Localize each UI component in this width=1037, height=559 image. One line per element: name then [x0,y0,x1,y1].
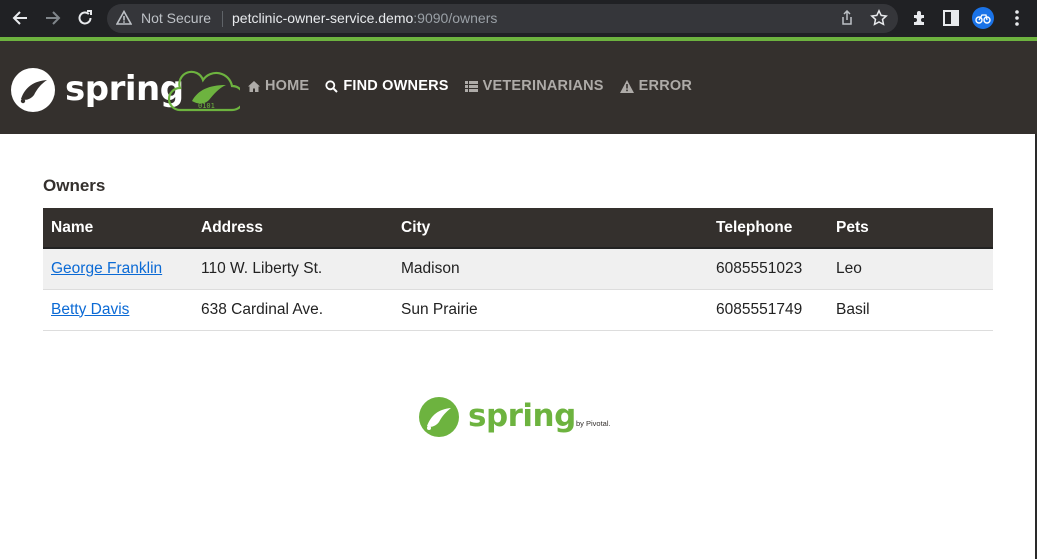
main-nav: HOME FIND OWNERS VETERINARIANS ERROR [248,78,708,94]
table-row: Betty Davis 638 Cardinal Ave. Sun Prairi… [43,289,993,331]
owner-name-cell: George Franklin [43,248,193,290]
back-icon [12,11,27,25]
owner-city-cell: Sun Prairie [393,289,708,331]
owner-link[interactable]: Betty Davis [51,301,129,318]
nav-home-label: HOME [265,78,310,94]
warning-icon[interactable] [116,10,132,26]
back-button[interactable] [9,7,31,29]
site-header: spring 0101 HOME FIND OWNERS VETERINARIA… [0,41,1037,134]
menu-icon[interactable] [1008,8,1026,28]
forward-button[interactable] [42,7,64,29]
nav-find-owners[interactable]: FIND OWNERS [325,78,448,94]
home-icon [248,80,260,92]
owner-link[interactable]: George Franklin [51,260,162,277]
owner-pets-cell: Basil [828,289,993,331]
share-icon[interactable] [839,10,855,26]
nav-veterinarians-label: VETERINARIANS [482,78,604,94]
table-row: George Franklin 110 W. Liberty St. Madis… [43,248,993,290]
page-title: Owners [43,176,106,195]
search-icon [325,79,339,93]
url-path: :9090/owners [413,10,498,26]
column-header-name: Name [43,208,193,249]
avatar-bike-icon [975,14,991,24]
column-header-pets: Pets [828,208,993,249]
address-bar[interactable]: Not Secure petclinic-owner-service.demo:… [107,4,898,33]
extensions-icon[interactable] [911,9,929,27]
profile-avatar[interactable] [972,7,994,29]
owner-pets-cell: Leo [828,248,993,290]
nav-find-owners-label: FIND OWNERS [343,78,449,94]
owner-city-cell: Madison [393,248,708,290]
security-label[interactable]: Not Secure [141,10,211,26]
footer-by-pivotal: by Pivotal. [576,419,611,428]
side-panel-icon[interactable] [942,9,960,27]
star-icon[interactable] [870,9,888,27]
nav-home[interactable]: HOME [248,78,309,94]
owner-telephone-cell: 6085551023 [708,248,828,290]
warning-icon [619,79,634,93]
footer-wordmark: spring [468,398,576,434]
nav-error[interactable]: ERROR [619,78,693,94]
column-header-telephone: Telephone [708,208,828,249]
list-icon [464,80,478,92]
owner-address-cell: 110 W. Liberty St. [193,248,393,290]
owner-name-cell: Betty Davis [43,289,193,331]
url-host: petclinic-owner-service.demo [232,10,414,26]
logo-wordmark: spring [65,69,184,109]
spring-by-pivotal-logo: spring by Pivotal. [419,397,611,437]
forward-icon [46,11,61,25]
browser-toolbar: Not Secure petclinic-owner-service.demo:… [0,0,1037,37]
column-header-city: City [393,208,708,249]
spring-petclinic-logo[interactable]: spring 0101 [10,66,240,114]
table-header-row: Name Address City Telephone Pets [43,208,993,249]
reload-button[interactable] [74,7,96,29]
owner-telephone-cell: 6085551749 [708,289,828,331]
url-text[interactable]: petclinic-owner-service.demo:9090/owners [232,10,497,26]
logo-badge-text: 0101 [198,102,215,110]
reload-icon [78,10,92,25]
nav-error-label: ERROR [638,78,693,94]
nav-veterinarians[interactable]: VETERINARIANS [464,78,604,94]
omnibox-divider [222,11,223,27]
owner-address-cell: 638 Cardinal Ave. [193,289,393,331]
column-header-address: Address [193,208,393,249]
owners-table: Name Address City Telephone Pets George … [43,208,993,331]
